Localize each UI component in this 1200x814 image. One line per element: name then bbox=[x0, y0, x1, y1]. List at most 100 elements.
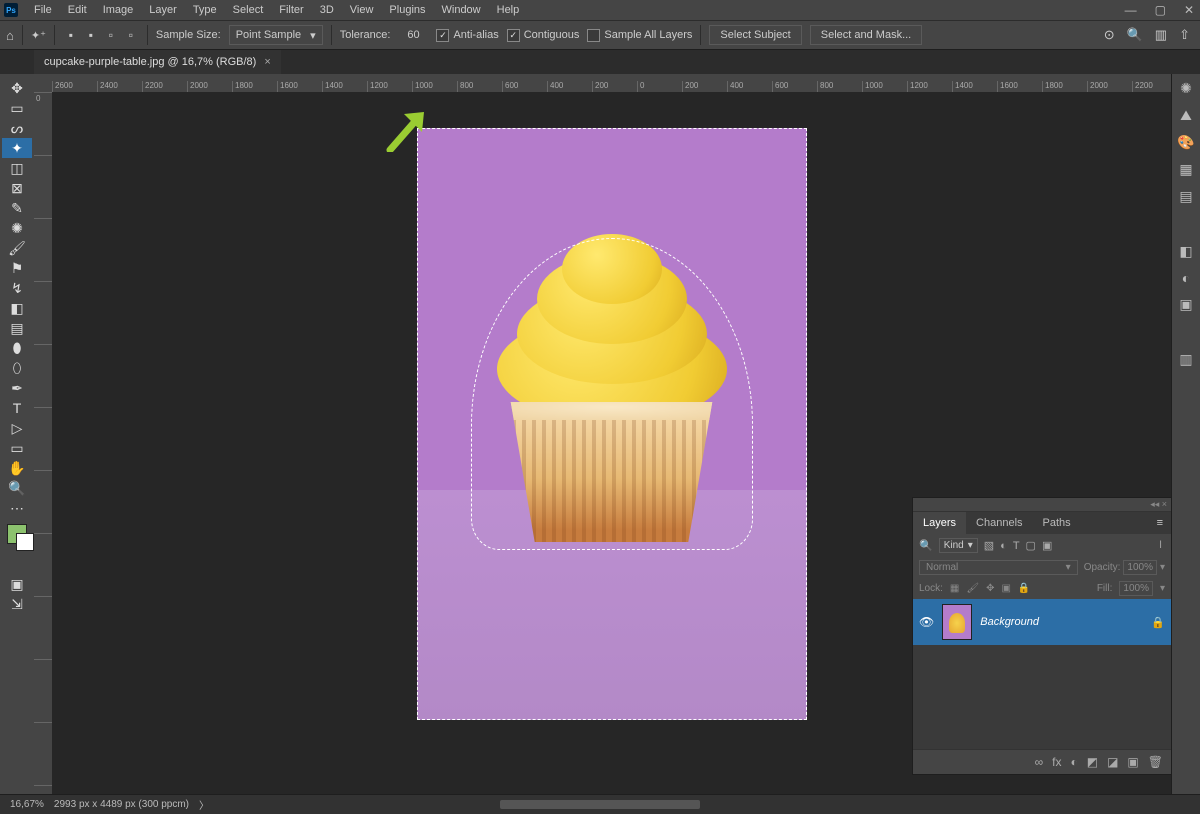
blend-mode-select[interactable]: Normal▾ bbox=[919, 560, 1078, 575]
menu-plugins[interactable]: Plugins bbox=[381, 1, 433, 19]
panel-menu-icon[interactable]: ≡ bbox=[1149, 512, 1171, 534]
layer-lock-icon[interactable]: 🔒 bbox=[1151, 616, 1165, 629]
window-close-icon[interactable]: ✕ bbox=[1184, 3, 1194, 17]
swatches-panel-icon[interactable]: ⛰ bbox=[1180, 107, 1192, 124]
new-layer-icon[interactable]: ▣ bbox=[1127, 755, 1138, 769]
panel-collapse-icon[interactable]: ◂◂ × bbox=[1150, 499, 1167, 510]
filter-shape-icon[interactable]: ▢ bbox=[1026, 539, 1036, 552]
menu-image[interactable]: Image bbox=[95, 1, 142, 19]
shape-tool[interactable]: ▭ bbox=[2, 438, 32, 458]
intersect-selection-icon[interactable]: ▫ bbox=[123, 27, 139, 43]
canvas[interactable] bbox=[417, 128, 807, 720]
new-group-icon[interactable]: ◪ bbox=[1107, 755, 1118, 769]
filter-smart-icon[interactable]: ▣ bbox=[1042, 539, 1052, 552]
tab-layers[interactable]: Layers bbox=[913, 512, 966, 534]
tolerance-input[interactable]: 60 bbox=[398, 29, 428, 41]
share-icon[interactable]: ⇧ bbox=[1179, 27, 1190, 43]
adjustments-panel-icon[interactable]: ▤ bbox=[1179, 188, 1192, 205]
menu-filter[interactable]: Filter bbox=[271, 1, 311, 19]
doc-info[interactable]: 2993 px x 4489 px (300 ppcm) bbox=[54, 799, 189, 810]
gradients-panel-icon[interactable]: 🎨 bbox=[1177, 134, 1194, 151]
move-tool[interactable]: ✥ bbox=[2, 78, 32, 98]
sample-size-select[interactable]: Point Sample▾ bbox=[229, 25, 323, 45]
workspace-icon[interactable]: ▥ bbox=[1155, 27, 1167, 43]
marquee-tool[interactable]: ▭ bbox=[2, 98, 32, 118]
hand-tool[interactable]: ✋ bbox=[2, 458, 32, 478]
menu-view[interactable]: View bbox=[342, 1, 382, 19]
libraries-panel-icon[interactable]: ◐ bbox=[1182, 270, 1190, 286]
select-and-mask-button[interactable]: Select and Mask... bbox=[810, 25, 923, 45]
menu-file[interactable]: File bbox=[26, 1, 60, 19]
close-tab-icon[interactable]: × bbox=[264, 56, 270, 68]
layer-thumbnail[interactable] bbox=[942, 604, 972, 640]
blur-tool[interactable]: ⬮ bbox=[2, 338, 32, 358]
menu-layer[interactable]: Layer bbox=[141, 1, 185, 19]
doc-info-chevron-icon[interactable]: 〉 bbox=[199, 797, 209, 812]
select-subject-button[interactable]: Select Subject bbox=[709, 25, 801, 45]
menu-window[interactable]: Window bbox=[434, 1, 489, 19]
lock-all-icon[interactable]: 🔒 bbox=[1018, 583, 1030, 594]
document-tab[interactable]: cupcake-purple-table.jpg @ 16,7% (RGB/8)… bbox=[34, 50, 281, 74]
tab-channels[interactable]: Channels bbox=[966, 512, 1032, 534]
link-layers-icon[interactable]: ∞ bbox=[1035, 755, 1044, 769]
eyedropper-tool[interactable]: ✎ bbox=[2, 198, 32, 218]
magic-wand-tool-icon[interactable]: ✦⁺ bbox=[31, 29, 46, 42]
brush-tool[interactable]: 🖌 bbox=[2, 238, 32, 258]
filter-pixel-icon[interactable]: ▧ bbox=[984, 539, 994, 552]
search-icon[interactable]: 🔍 bbox=[1127, 27, 1143, 43]
layer-name[interactable]: Background bbox=[980, 616, 1039, 628]
layer-fx-icon[interactable]: fx bbox=[1052, 755, 1061, 769]
crop-tool[interactable]: ◫ bbox=[2, 158, 32, 178]
contiguous-checkbox[interactable]: Contiguous bbox=[507, 29, 580, 42]
eraser-tool[interactable]: ◧ bbox=[2, 298, 32, 318]
zoom-level[interactable]: 16,67% bbox=[10, 799, 44, 810]
filter-search-icon[interactable]: 🔍 bbox=[919, 539, 933, 552]
magic-wand-tool[interactable]: ✦ bbox=[2, 138, 32, 158]
window-minimize-icon[interactable]: — bbox=[1125, 3, 1137, 17]
toolbar-more[interactable]: ⋯ bbox=[2, 498, 32, 518]
pen-tool[interactable]: ✒ bbox=[2, 378, 32, 398]
filter-toggle-icon[interactable]: ⏽ bbox=[1156, 539, 1165, 552]
menu-select[interactable]: Select bbox=[225, 1, 272, 19]
healing-brush-tool[interactable]: ✺ bbox=[2, 218, 32, 238]
home-icon[interactable]: ⌂ bbox=[6, 28, 14, 43]
subtract-selection-icon[interactable]: ▫ bbox=[103, 27, 119, 43]
history-brush-tool[interactable]: ↯ bbox=[2, 278, 32, 298]
frame-tool[interactable]: ⊠ bbox=[2, 178, 32, 198]
screen-mode-toggle[interactable]: ⇲ bbox=[2, 594, 32, 614]
gradient-tool[interactable]: ▤ bbox=[2, 318, 32, 338]
menu-help[interactable]: Help bbox=[489, 1, 528, 19]
window-maximize-icon[interactable]: ▢ bbox=[1155, 3, 1166, 17]
horizontal-ruler[interactable]: 2600240022002000180016001400120010008006… bbox=[34, 74, 1171, 92]
antialias-checkbox[interactable]: Anti-alias bbox=[436, 29, 498, 42]
history-panel-icon[interactable]: ▥ bbox=[1179, 351, 1192, 368]
filter-kind-select[interactable]: Kind▾ bbox=[939, 538, 978, 553]
menu-type[interactable]: Type bbox=[185, 1, 225, 19]
add-mask-icon[interactable]: ◐ bbox=[1070, 755, 1077, 769]
clone-stamp-tool[interactable]: ⚑ bbox=[2, 258, 32, 278]
vertical-ruler[interactable]: 0 bbox=[34, 92, 52, 794]
layers-panel-icon[interactable]: ▣ bbox=[1179, 296, 1192, 313]
fill-input[interactable]: 100% bbox=[1119, 581, 1153, 596]
lock-pixels-icon[interactable]: 🖌 bbox=[966, 583, 979, 594]
opacity-input[interactable]: 100% bbox=[1123, 560, 1157, 575]
filter-adjustment-icon[interactable]: ◐ bbox=[1000, 540, 1007, 552]
type-tool[interactable]: T bbox=[2, 398, 32, 418]
color-panel-icon[interactable]: ✺ bbox=[1180, 80, 1192, 97]
cloud-docs-icon[interactable]: ⊙ bbox=[1104, 27, 1115, 43]
tab-paths[interactable]: Paths bbox=[1033, 512, 1081, 534]
lock-position-icon[interactable]: ✥ bbox=[986, 583, 994, 594]
dodge-tool[interactable]: ⬯ bbox=[2, 358, 32, 378]
delete-layer-icon[interactable]: 🗑 bbox=[1148, 755, 1163, 769]
zoom-tool[interactable]: 🔍 bbox=[2, 478, 32, 498]
sample-all-layers-checkbox[interactable]: Sample All Layers bbox=[587, 29, 692, 42]
lock-transparency-icon[interactable]: ▦ bbox=[950, 583, 959, 594]
lasso-tool[interactable]: ᔕ bbox=[2, 118, 32, 138]
foreground-background-colors[interactable] bbox=[7, 524, 27, 544]
add-selection-icon[interactable]: ▪ bbox=[83, 27, 99, 43]
quick-mask-toggle[interactable]: ▣ bbox=[2, 574, 32, 594]
horizontal-scrollbar[interactable] bbox=[500, 800, 700, 809]
menu-3d[interactable]: 3D bbox=[312, 1, 342, 19]
filter-type-icon[interactable]: T bbox=[1013, 540, 1020, 552]
lock-artboard-icon[interactable]: ▣ bbox=[1001, 583, 1010, 594]
